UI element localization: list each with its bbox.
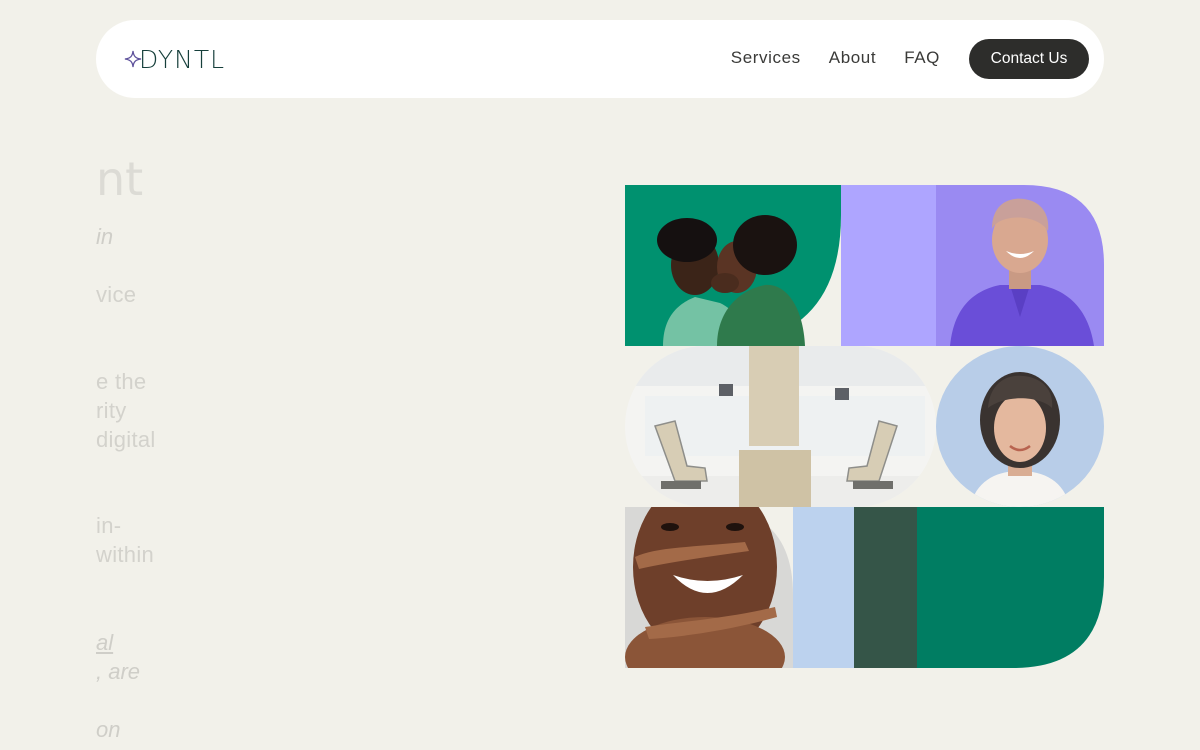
hero-text-fragment: vice [96, 282, 137, 307]
photo-smiling-man [936, 185, 1104, 346]
dark-green-block [854, 507, 917, 668]
light-blue-block [793, 507, 854, 668]
hero-subtitle-fragment: in [96, 224, 114, 249]
hero-text-fragment: within [96, 542, 155, 567]
main-nav: Services About FAQ [731, 48, 940, 68]
photo-mother-child [625, 185, 841, 346]
hero-link-fragment[interactable]: al [96, 632, 113, 654]
nav-faq[interactable]: FAQ [904, 48, 940, 68]
lavender-block [841, 185, 936, 346]
hero-italic-fragment: on [96, 717, 121, 742]
contact-us-button[interactable]: Contact Us [969, 39, 1089, 79]
hero-heading-fragment: nt [96, 152, 144, 206]
hero-text-fragment: in- [96, 513, 122, 538]
photo-smile-frame [625, 507, 793, 668]
green-block [917, 507, 1104, 668]
hero-italic-fragment: , are [96, 659, 141, 684]
logo-text: DYNTL [139, 44, 226, 74]
hero-collage [625, 185, 1104, 668]
hero-text-fragment: rity [96, 398, 127, 423]
nav-services[interactable]: Services [731, 48, 801, 68]
logo[interactable]: DYNTL [124, 42, 225, 76]
top-nav-bar: DYNTL Services About FAQ Contact Us [96, 20, 1104, 98]
hero-text-fragment: digital [96, 427, 156, 452]
photo-dental-clinic [625, 346, 936, 507]
photo-curly-haired-woman [936, 346, 1104, 507]
nav-about[interactable]: About [829, 48, 876, 68]
hero-text-fragment: e the [96, 369, 147, 394]
